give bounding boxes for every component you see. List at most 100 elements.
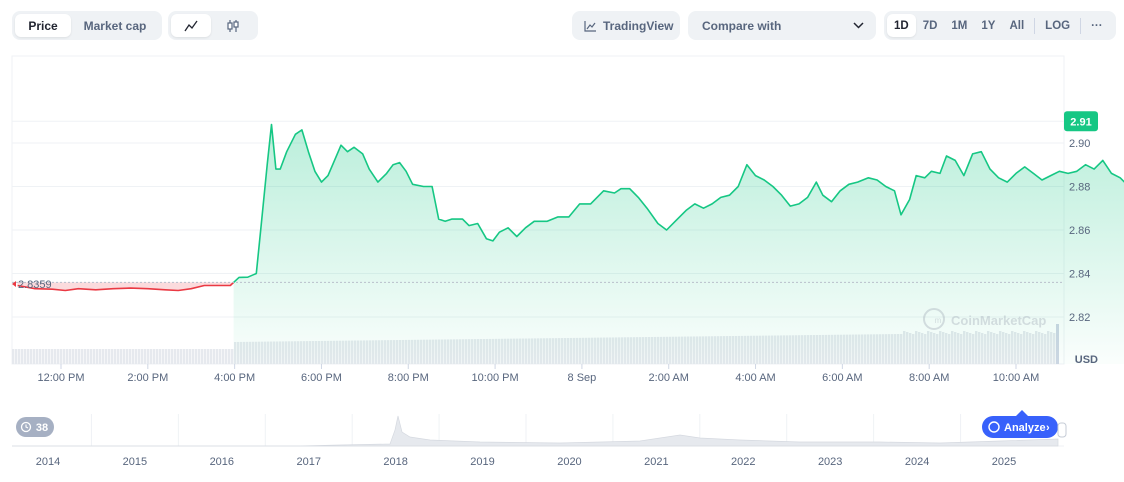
year-label: 2020 [557,456,581,468]
volume-bar [123,349,126,364]
year-label: 2021 [644,456,668,468]
svg-text:2.91: 2.91 [1070,116,1091,128]
volume-bar [153,349,156,364]
volume-bar [156,349,159,364]
x-tick-label: 8:00 PM [388,372,429,384]
x-tick-label: 10:00 AM [993,372,1039,384]
volume-bar [75,349,78,364]
volume-bar [135,349,138,364]
chevron-right-icon: › [1046,422,1050,434]
volume-bar [126,349,129,364]
range-7d[interactable]: 7D [916,14,945,37]
volume-bar [42,349,45,364]
candlestick-icon [227,19,239,32]
volume-bar [138,349,141,364]
volume-bar [33,349,36,364]
volume-bar [183,349,186,364]
volume-bar [198,349,201,364]
more-options-button[interactable]: ··· [1084,14,1110,37]
volume-bar [174,349,177,364]
volume-bar [15,349,18,364]
volume-bar [219,349,222,364]
tradingview-icon [584,20,596,32]
candlestick-icon[interactable] [211,14,255,37]
volume-bar [165,349,168,364]
volume-bar [99,349,102,364]
volume-bar [78,349,81,364]
range-divider [1080,17,1082,34]
volume-bar [168,349,171,364]
volume-bar [180,349,183,364]
year-label: 2014 [36,456,60,468]
metric-tabs: Price Market cap [12,11,162,40]
x-tick-label: 12:00 PM [37,372,84,384]
tab-price[interactable]: Price [15,14,71,37]
year-label: 2025 [992,456,1016,468]
x-tick-label: 10:00 PM [472,372,519,384]
volume-bar [30,349,33,364]
x-tick-label: 2:00 AM [649,372,689,384]
history-navigator[interactable]: 38 Analyze › 2014 2015 2016 2017 2018 2019 202… [0,410,1124,482]
svg-text:m: m [935,316,942,325]
volume-bar [117,349,120,364]
log-scale-toggle[interactable]: LOG [1038,14,1077,37]
volume-bar [54,349,57,364]
navigator-area [12,415,1059,447]
compare-with-dropdown[interactable]: Compare with [688,11,876,40]
volume-bar [189,349,192,364]
y-tick-label: 2.90 [1069,138,1090,150]
range-1y[interactable]: 1Y [974,14,1002,37]
volume-bar [141,349,144,364]
range-all[interactable]: All [1002,14,1031,37]
x-tick-label: 8 Sep [568,372,597,384]
volume-bar [231,349,234,364]
volume-bar [51,349,54,364]
volume-bar [66,349,69,364]
line-chart-icon[interactable] [171,14,211,37]
year-label: 2019 [470,456,494,468]
volume-bar [39,349,42,364]
price-chart[interactable]: 2.82 2.84 2.86 2.88 2.90 12:00 PM 2:00 PM 4:00… [0,48,1124,448]
volume-bar [36,349,39,364]
tab-market-cap[interactable]: Market cap [71,14,159,37]
event-badge[interactable]: 38 [16,417,54,437]
svg-text:2.8359: 2.8359 [18,279,52,291]
volume-bar [45,349,48,364]
volume-bar [228,349,231,364]
volume-bar [93,349,96,364]
volume-bar [96,349,99,364]
current-price-tag: 2.91 [1064,111,1098,132]
volume-bar [102,349,105,364]
volume-bar [192,349,195,364]
x-tick-label: 4:00 AM [735,372,775,384]
navigator-handle[interactable] [1057,422,1067,438]
range-1m[interactable]: 1M [944,14,974,37]
tradingview-button[interactable]: TradingView [572,11,680,40]
range-1d[interactable]: 1D [887,14,916,37]
year-label: 2018 [383,456,407,468]
analyze-label: Analyze [1004,422,1046,434]
volume-bar [12,349,15,364]
volume-bar [201,349,204,364]
volume-bar [48,349,51,364]
volume-bar [213,349,216,364]
volume-bar [111,349,114,364]
range-divider [1034,17,1036,34]
volume-bar [69,349,72,364]
time-range-selector: 1D 7D 1M 1Y All LOG ··· [884,11,1116,40]
volume-bar [60,349,63,364]
volume-bar [150,349,153,364]
year-label: 2015 [123,456,147,468]
volume-bar [177,349,180,364]
volume-bar [84,349,87,364]
volume-bar [21,349,24,364]
watermark-text: CoinMarketCap [951,313,1046,328]
y-tick-label: 2.88 [1069,182,1090,194]
year-label: 2023 [818,456,842,468]
volume-bar [147,349,150,364]
volume-bar [207,349,210,364]
year-label: 2016 [210,456,234,468]
analyze-button[interactable]: Analyze › [982,410,1058,438]
volume-bar [114,349,117,364]
volume-bar [105,349,108,364]
